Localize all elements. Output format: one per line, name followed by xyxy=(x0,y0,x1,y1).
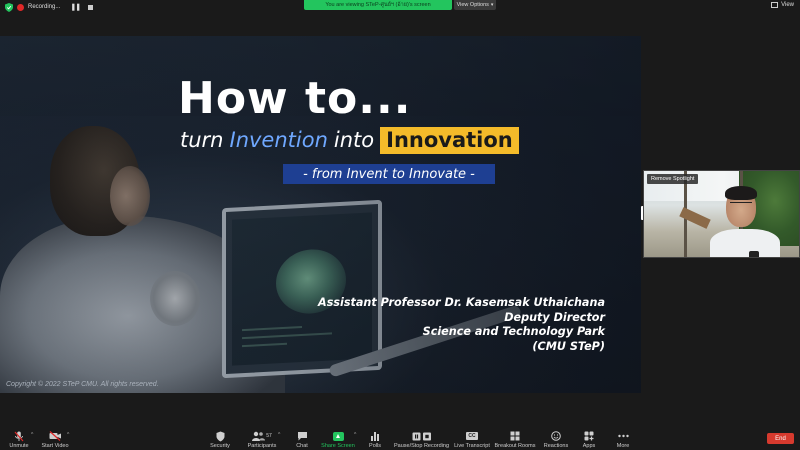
stop-recording-icon[interactable] xyxy=(88,4,94,10)
pause-stop-icon xyxy=(412,430,432,442)
end-meeting-button[interactable]: End xyxy=(767,433,794,444)
unmute-label: Unmute xyxy=(9,443,29,449)
recording-indicator: Recording... ❚❚ xyxy=(5,2,94,12)
copyright-notice: Copyright © 2022 STeP CMU. All rights re… xyxy=(6,381,159,388)
chat-label: Chat xyxy=(296,443,308,449)
breakout-rooms-button[interactable]: Breakout Rooms xyxy=(495,428,535,450)
participants-options-caret-icon[interactable]: ^ xyxy=(278,432,280,438)
live-transcript-button[interactable]: CC Live Transcript xyxy=(453,428,491,450)
view-options-label: View Options xyxy=(456,2,489,8)
participant-body xyxy=(710,229,780,257)
share-screen-label: Share Screen xyxy=(321,443,355,449)
share-screen-icon-wrap xyxy=(332,430,344,442)
presenter-org: Science and Technology Park xyxy=(422,325,605,338)
shield-icon xyxy=(216,430,225,442)
participants-count: 57 xyxy=(266,433,272,439)
polls-icon xyxy=(370,430,380,442)
participant-glasses xyxy=(730,202,752,206)
pause-stop-recording-button[interactable]: Pause/Stop Recording xyxy=(394,428,449,450)
start-video-button[interactable]: Start Video xyxy=(40,428,70,450)
viewing-screen-text: You are viewing STeP-ศูนย์ฯ (อ้าย)'s scr… xyxy=(325,2,431,8)
zoom-meeting-window: Recording... ❚❚ You are viewing STeP-ศูน… xyxy=(0,0,800,450)
top-bar: Recording... ❚❚ You are viewing STeP-ศูน… xyxy=(0,0,800,14)
closed-caption-icon: CC xyxy=(466,430,478,442)
reactions-button[interactable]: Reactions xyxy=(543,428,569,450)
subtitle-invention: Invention xyxy=(229,128,328,152)
video-off-icon xyxy=(49,430,62,442)
presenter-org-short: (CMU STeP) xyxy=(532,339,605,353)
remove-spotlight-button[interactable]: Remove Spotlight xyxy=(647,174,699,184)
apps-icon xyxy=(584,430,594,442)
slide-title: How to... xyxy=(178,73,412,124)
breakout-rooms-label: Breakout Rooms xyxy=(494,443,536,449)
presenter-info: Assistant Professor Dr. Kasemsak Uthaich… xyxy=(318,296,605,354)
subtitle-innovation: Innovation xyxy=(380,126,519,154)
recording-dot-icon xyxy=(17,3,24,11)
apps-label: Apps xyxy=(582,443,596,449)
share-options-caret-icon[interactable]: ^ xyxy=(354,432,356,438)
more-dots-icon xyxy=(617,430,629,442)
participant-video-tile[interactable]: Remove Spotlight xyxy=(643,170,800,258)
view-layout-button[interactable]: View xyxy=(771,2,794,8)
pause-recording-icon[interactable]: ❚❚ xyxy=(70,3,81,11)
recording-label: Recording... xyxy=(28,4,61,10)
view-options-button[interactable]: View Options ▾ xyxy=(454,0,496,10)
video-options-caret-icon[interactable]: ^ xyxy=(67,432,69,438)
remove-spotlight-label: Remove Spotlight xyxy=(651,176,695,182)
participant-hair xyxy=(725,186,757,200)
slide-tagline: - from Invent to Innovate - xyxy=(283,164,495,184)
polls-label: Polls xyxy=(369,443,381,449)
breakout-rooms-icon xyxy=(510,430,520,442)
subtitle-into: into xyxy=(333,128,375,152)
chat-icon xyxy=(297,430,308,442)
presenter-title: Deputy Director xyxy=(504,310,605,324)
start-video-label: Start Video xyxy=(41,443,69,449)
polls-button[interactable]: Polls xyxy=(366,428,384,450)
more-label: More xyxy=(616,443,630,449)
more-button[interactable]: More xyxy=(614,428,632,450)
end-label: End xyxy=(775,435,786,442)
microphone-muted-icon xyxy=(14,430,24,442)
audio-options-caret-icon[interactable]: ^ xyxy=(31,432,33,438)
participant-microphone xyxy=(749,251,759,257)
share-screen-button[interactable]: Share Screen xyxy=(321,428,355,450)
viewing-screen-banner: You are viewing STeP-ศูนย์ฯ (อ้าย)'s scr… xyxy=(304,0,452,10)
participants-button[interactable]: 57 Participants xyxy=(246,428,278,450)
slide-subtitle: turn Invention into Innovation xyxy=(180,124,519,156)
pause-stop-recording-label: Pause/Stop Recording xyxy=(393,443,450,449)
subtitle-turn: turn xyxy=(180,128,224,152)
meeting-toolbar: Unmute ^ Start Video ^ Security 57 Parti… xyxy=(0,428,800,450)
security-button[interactable]: Security xyxy=(207,428,233,450)
security-label: Security xyxy=(210,443,230,449)
unmute-button[interactable]: Unmute xyxy=(7,428,31,450)
live-transcript-label: Live Transcript xyxy=(454,443,490,449)
chevron-down-icon: ▾ xyxy=(490,2,494,8)
share-screen-icon xyxy=(332,431,344,441)
participants-label: Participants xyxy=(247,443,277,449)
view-label: View xyxy=(781,2,794,8)
participants-icon: 57 xyxy=(252,430,272,442)
apps-button[interactable]: Apps xyxy=(581,428,597,450)
shield-icon[interactable] xyxy=(5,2,13,12)
smiley-icon xyxy=(551,430,561,442)
reactions-label: Reactions xyxy=(543,443,569,449)
chat-button[interactable]: Chat xyxy=(292,428,312,450)
cc-badge: CC xyxy=(466,432,478,440)
grid-layout-icon xyxy=(771,2,779,8)
presenter-name: Assistant Professor Dr. Kasemsak Uthaich… xyxy=(318,296,605,309)
shared-screen-slide[interactable]: How to... turn Invention into Innovation… xyxy=(0,36,641,393)
